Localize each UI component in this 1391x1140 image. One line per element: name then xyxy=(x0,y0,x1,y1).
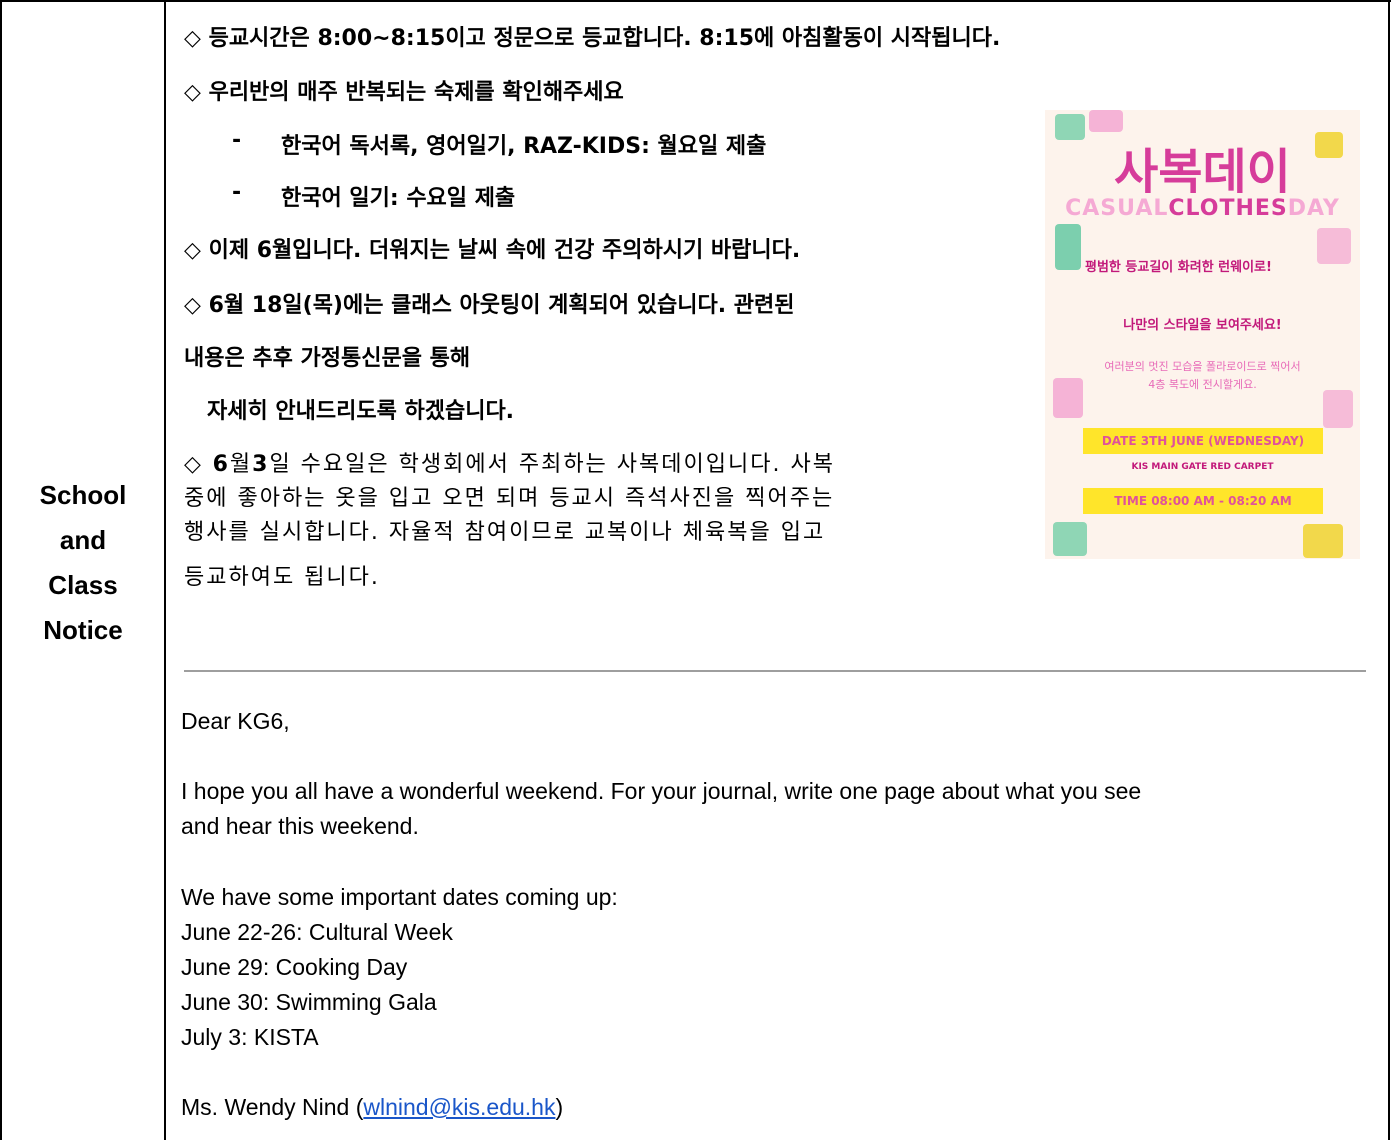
poster-line-1: 평범한 등교길이 화려한 런웨이로! xyxy=(1085,260,1272,275)
email-link[interactable]: wlnind@kis.edu.hk xyxy=(363,1094,555,1120)
list-dash: - xyxy=(232,180,242,205)
pants-icon xyxy=(1055,224,1081,270)
day-number: 3 xyxy=(252,452,270,477)
korean-para-line-4: 등교하여도 됩니다. xyxy=(184,565,380,590)
row-label: School and Class Notice xyxy=(39,480,127,645)
date-item: June 30: Swimming Gala xyxy=(181,989,437,1015)
shirt-icon xyxy=(1089,110,1123,132)
section-divider xyxy=(184,670,1366,672)
signature-close: ) xyxy=(555,1094,564,1120)
top-icon xyxy=(1053,378,1083,418)
korean-para-line-1: ◇ 6월3일 수요일은 학생회에서 주최하는 사복데이입니다. 사복 xyxy=(184,446,835,478)
korean-line-4: 한국어 일기: 수요일 제출 xyxy=(281,186,516,211)
cactus-icon xyxy=(1053,522,1087,556)
korean-line-5: ◇ 이제 6월입니다. 더워지는 날씨 속에 건강 주의하시기 바랍니다. xyxy=(184,238,801,263)
greeting: Dear KG6, xyxy=(181,708,290,734)
teacher-name: Ms. Wendy Nind ( xyxy=(181,1094,364,1120)
korean-line-2: ◇ 우리반의 매주 반복되는 숙제를 확인해주세요 xyxy=(184,80,624,105)
poster-subtitle: CASUALCLOTHESDAY xyxy=(1065,196,1340,221)
notice-table: School and Class Notice ◇ 등교시간은 8:00~8:1… xyxy=(0,0,1391,1140)
korean-line-3: 한국어 독서록, 영어일기, RAZ-KIDS: 월요일 제출 xyxy=(281,134,767,159)
table-right-border xyxy=(1388,0,1390,1140)
shirt-icon xyxy=(1303,524,1343,558)
date-item: July 3: KISTA xyxy=(181,1024,319,1050)
korean-line-1: ◇ 등교시간은 8:00~8:15이고 정문으로 등교합니다. 8:15에 아침… xyxy=(184,26,1001,51)
date-item: June 29: Cooking Day xyxy=(181,954,408,980)
korean-line-7: 내용은 추후 가정통신문을 통해 xyxy=(184,346,471,371)
poster-date: DATE 3TH JUNE (WEDNESDAY) xyxy=(1083,428,1323,454)
month-number: 6 xyxy=(212,452,230,477)
list-dash: - xyxy=(232,128,242,153)
message-line-2: and hear this weekend. xyxy=(181,813,419,839)
poster-title: 사복데이 xyxy=(1114,144,1291,200)
korean-para-line-3: 행사를 실시합니다. 자율적 참여이므로 교복이나 체육복을 입고 xyxy=(184,520,826,545)
table-top-border xyxy=(0,0,1391,2)
column-divider xyxy=(164,0,166,1140)
dates-intro: We have some important dates coming up: xyxy=(181,884,618,910)
month-text: 월 xyxy=(229,452,253,477)
poster-line-3: 여러분의 멋진 모습을 폴라로이드로 찍어서 4층 복도에 전시할게요. xyxy=(1104,360,1301,391)
poster-place: KIS MAIN GATE RED CARPET xyxy=(1131,462,1274,472)
diamond-bullet: ◇ xyxy=(184,452,213,477)
message-line-1: I hope you all have a wonderful weekend.… xyxy=(181,778,1142,804)
signature: Ms. Wendy Nind (wlnind@kis.edu.hk) xyxy=(181,1090,563,1125)
casual-clothes-day-poster: 사복데이 CASUALCLOTHESDAY 평범한 등교길이 화려한 런웨이로!… xyxy=(1045,110,1360,559)
sweater-icon xyxy=(1317,228,1351,264)
korean-line-8: 자세히 안내드리도록 하겠습니다. xyxy=(207,399,515,424)
row-label-cell: School and Class Notice xyxy=(2,2,164,1140)
korean-line-6: ◇ 6월 18일(목)에는 클래스 아웃팅이 계획되어 있습니다. 관련된 xyxy=(184,293,795,318)
hoodie-icon xyxy=(1323,390,1353,428)
para-text: 일 수요일은 학생회에서 주최하는 사복데이입니다. 사복 xyxy=(269,452,835,477)
poster-time: TIME 08:00 AM - 08:20 AM xyxy=(1083,488,1323,514)
date-item: June 22-26: Cultural Week xyxy=(181,919,453,945)
poster-line-2: 나만의 스타일을 보여주세요! xyxy=(1123,318,1282,333)
korean-para-line-2: 중에 좋아하는 옷을 입고 오면 되며 등교시 즉석사진을 찍어주는 xyxy=(184,486,835,511)
